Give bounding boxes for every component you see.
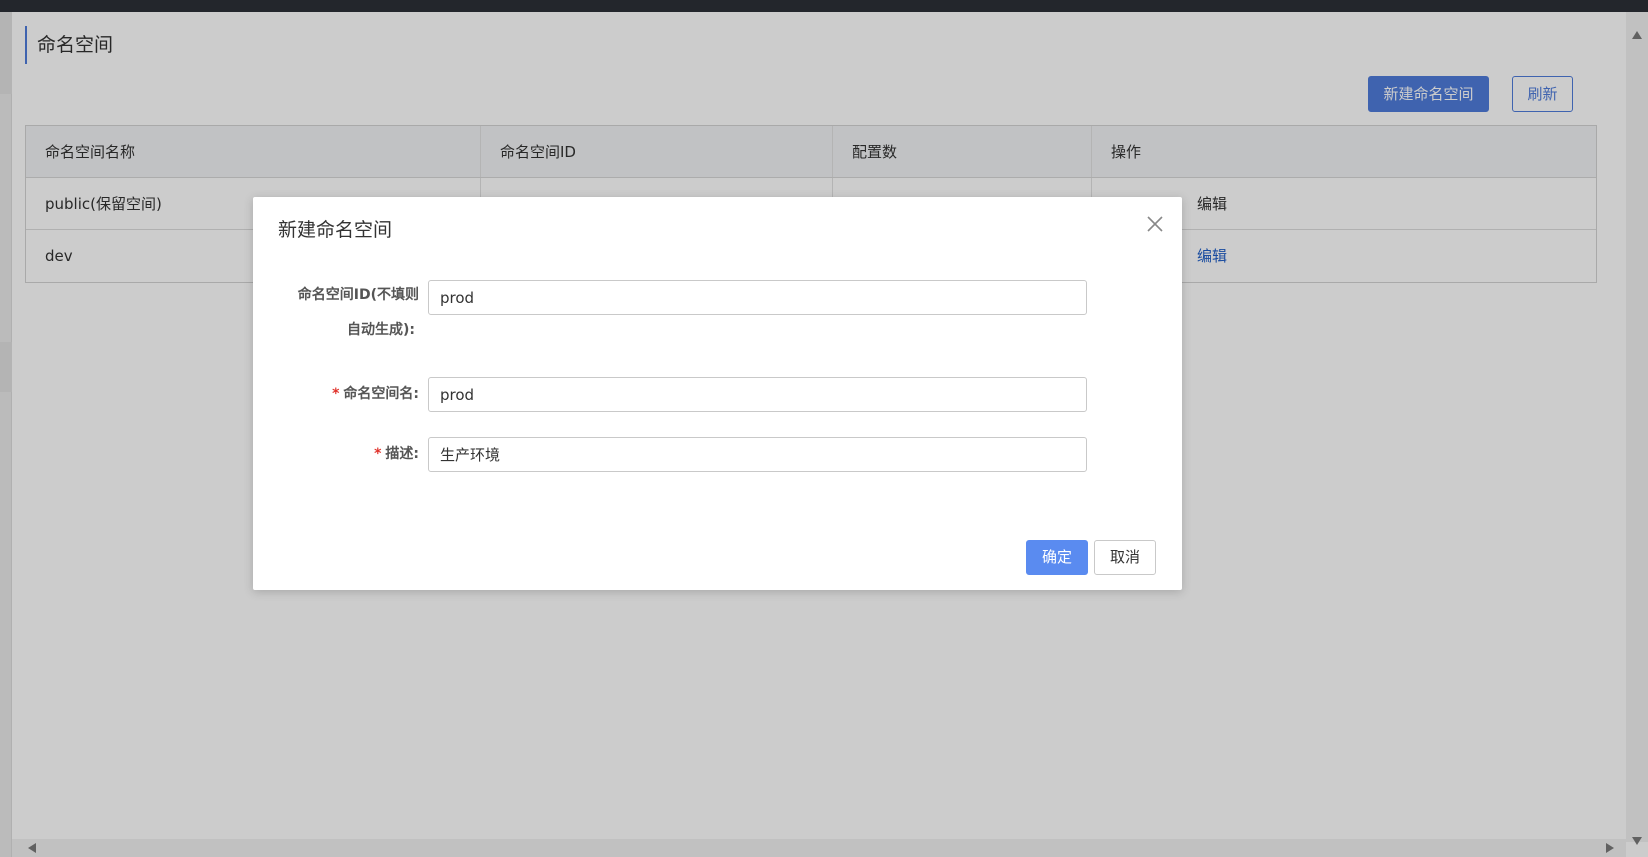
namespace-name-label-text: 命名空间名:: [343, 386, 419, 402]
namespace-name-label: * 命名空间名:: [278, 383, 428, 403]
description-label: * 描述:: [278, 443, 428, 463]
close-icon[interactable]: [1144, 213, 1166, 235]
dialog-title: 新建命名空间: [278, 219, 393, 241]
namespace-id-input[interactable]: [428, 280, 1087, 315]
namespace-id-label: 命名空间ID(不填则 自动生成):: [278, 284, 428, 341]
namespace-id-label-line2: 自动生成):: [347, 322, 415, 338]
app-root: 命名空间 新建命名空间 刷新 命名空间名称 命名空间ID 配置数 操作 publ…: [0, 0, 1648, 857]
cancel-button[interactable]: 取消: [1094, 540, 1156, 575]
confirm-button[interactable]: 确定: [1026, 540, 1088, 575]
description-input[interactable]: [428, 437, 1087, 472]
new-namespace-dialog: 新建命名空间 命名空间ID(不填则 自动生成): *命名空间名: *描述: 确定…: [253, 197, 1182, 590]
required-mark: *: [332, 386, 340, 402]
required-mark: *: [374, 446, 382, 462]
namespace-name-input[interactable]: [428, 377, 1087, 412]
namespace-id-label-line1: 命名空间ID(不填则: [297, 287, 419, 303]
description-label-text: 描述:: [385, 446, 419, 462]
